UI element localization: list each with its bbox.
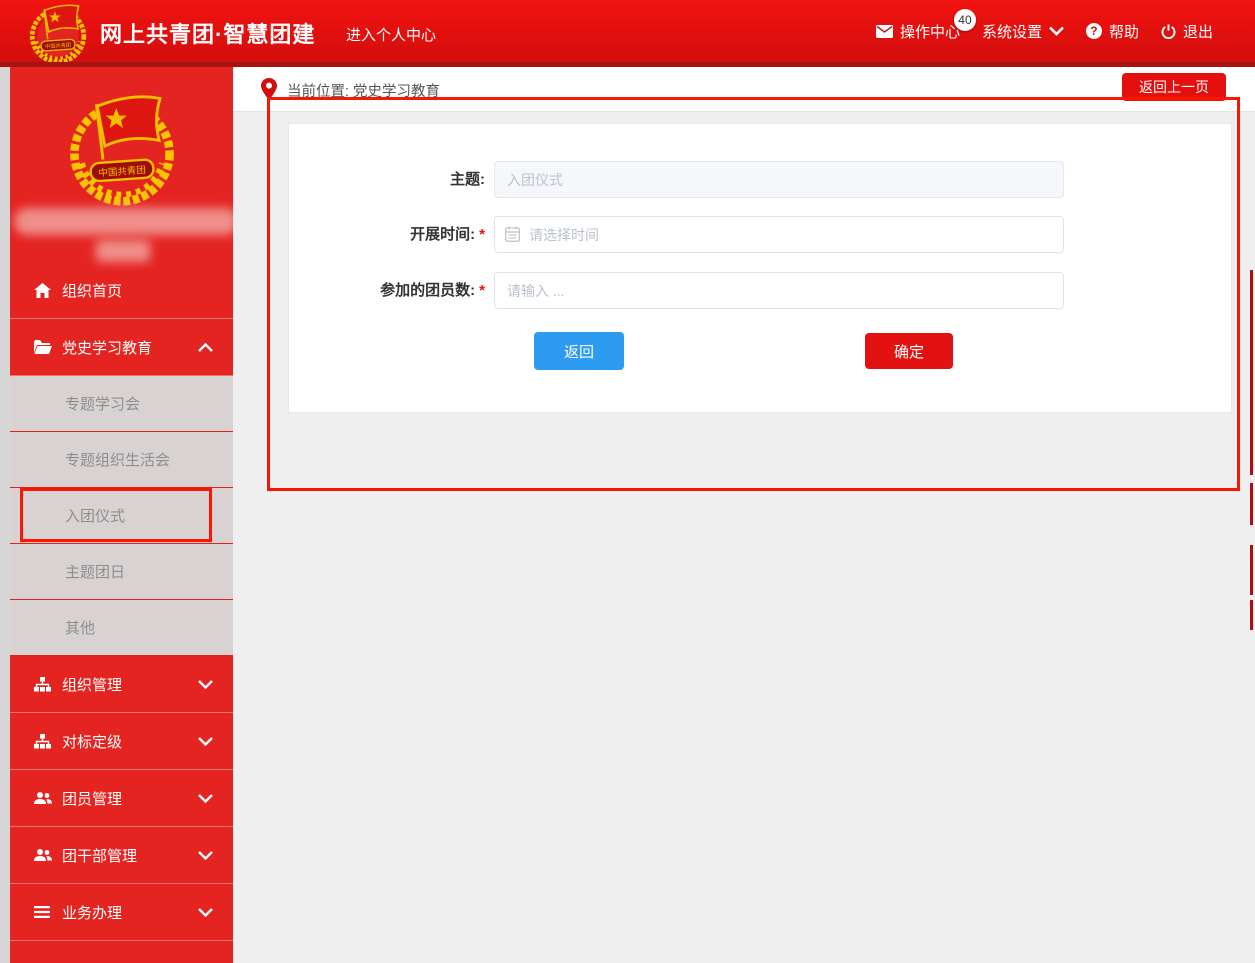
folder-icon xyxy=(34,340,51,354)
org-name-redacted-line2 xyxy=(96,240,150,262)
map-marker-icon xyxy=(261,78,277,100)
sidebar-subitem-league-admission-ceremony[interactable]: 入团仪式 xyxy=(10,488,233,544)
form-card: 主题: 开展时间:* 参加的团员数:* xyxy=(288,123,1232,413)
topic-label: 主题: xyxy=(450,171,485,188)
sidebar-item-org-home[interactable]: 组织首页 xyxy=(10,262,233,319)
cyl-emblem-logo-icon: 中国共青团 xyxy=(26,1,90,65)
chevron-down-icon xyxy=(1049,26,1064,36)
sidebar-item-cadre-management[interactable]: 团干部管理 xyxy=(10,827,233,884)
users-icon xyxy=(34,848,51,862)
action-center-label: 操作中心 xyxy=(900,21,960,42)
subitem-label: 其他 xyxy=(65,617,95,638)
form-back-button[interactable]: 返回 xyxy=(534,332,624,370)
sidebar-item-label: 党史学习教育 xyxy=(62,337,152,358)
sidebar-subitem-special-study-meeting[interactable]: 专题学习会 xyxy=(10,376,233,432)
home-icon xyxy=(34,283,51,298)
power-icon xyxy=(1161,24,1176,39)
sidebar-item-business-handling[interactable]: 业务办理 xyxy=(10,884,233,941)
sidebar-item-benchmark-rating[interactable]: 对标定级 xyxy=(10,713,233,770)
chevron-down-icon xyxy=(198,794,213,803)
users-icon xyxy=(34,791,51,805)
envelope-icon xyxy=(876,25,893,38)
app-title: 网上共青团·智慧团建 xyxy=(100,17,315,49)
main-content: 当前位置: 党史学习教育 返回上一页 主题: 开展时间:* xyxy=(233,67,1255,963)
sidebar-item-org-management[interactable]: 组织管理 xyxy=(10,656,233,713)
chevron-down-icon xyxy=(198,851,213,860)
question-circle-icon: ? xyxy=(1086,23,1102,39)
sidebar-item-label: 组织首页 xyxy=(62,280,122,301)
required-asterisk: * xyxy=(479,282,485,299)
breadcrumb-current-location: 当前位置: 党史学习教育 xyxy=(287,80,440,101)
system-settings-menu[interactable]: 系统设置 xyxy=(982,21,1064,42)
subitem-label: 专题学习会 xyxy=(65,393,140,414)
sidebar-subitem-theme-league-day[interactable]: 主题团日 xyxy=(10,544,233,600)
breadcrumb: 当前位置: 党史学习教育 返回上一页 xyxy=(233,67,1255,112)
logout-label: 退出 xyxy=(1183,21,1213,42)
left-gutter xyxy=(0,67,10,963)
chevron-down-icon xyxy=(198,737,213,746)
sitemap-icon xyxy=(34,677,51,692)
help-menu[interactable]: ? 帮助 xyxy=(1086,21,1139,42)
notification-badge: 40 xyxy=(954,9,976,31)
sidebar-subitem-org-life-meeting[interactable]: 专题组织生活会 xyxy=(10,432,233,488)
org-name-redacted xyxy=(14,208,233,235)
sidebar-item-party-history-education[interactable]: 党史学习教育 xyxy=(10,319,233,376)
sidebar-item-member-management[interactable]: 团员管理 xyxy=(10,770,233,827)
help-label: 帮助 xyxy=(1109,21,1139,42)
sitemap-icon xyxy=(34,734,51,749)
topic-input[interactable] xyxy=(494,161,1064,198)
scrollbar-thumb-segment xyxy=(1250,545,1253,595)
header-bottom-strip xyxy=(0,62,1255,67)
subitem-label: 主题团日 xyxy=(65,561,125,582)
sidebar-item-label: 业务办理 xyxy=(62,902,122,923)
scrollbar-thumb-segment xyxy=(1250,483,1253,525)
cyl-emblem-sidebar-icon: 中国共青团 xyxy=(63,89,181,207)
sidebar-nav: 组织首页 党史学习教育 专题学习会 专题组织生活会 入团仪式 主题团日 其他 xyxy=(10,262,233,963)
app-header: 中国共青团 网上共青团·智慧团建 进入个人中心 操作中心 40 系统设置 ? 帮… xyxy=(0,0,1255,62)
chevron-down-icon xyxy=(198,680,213,689)
time-row: 开展时间:* xyxy=(289,216,1231,253)
sidebar-item-label: 团干部管理 xyxy=(62,845,137,866)
sidebar-item-label: 团员管理 xyxy=(62,788,122,809)
chevron-down-icon xyxy=(198,908,213,917)
action-center-menu[interactable]: 操作中心 40 xyxy=(876,21,960,42)
list-icon xyxy=(34,906,51,918)
members-count-label: 参加的团员数: xyxy=(380,282,475,299)
chevron-up-icon xyxy=(198,343,213,352)
scrollbar-thumb-segment xyxy=(1250,600,1253,630)
sidebar-item-label: 组织管理 xyxy=(62,674,122,695)
sidebar-subitem-other[interactable]: 其他 xyxy=(10,600,233,656)
members-count-row: 参加的团员数:* xyxy=(289,272,1231,309)
logout-menu[interactable]: 退出 xyxy=(1161,21,1213,42)
time-picker-input[interactable] xyxy=(494,216,1064,253)
sidebar-item-partial[interactable] xyxy=(10,941,233,963)
form-confirm-button[interactable]: 确定 xyxy=(865,333,953,369)
sidebar: 中国共青团 组织首页 党史学习教育 专题学习会 专题组织生活会 入团仪式 xyxy=(10,67,233,963)
subitem-label: 入团仪式 xyxy=(65,505,125,526)
personal-center-link[interactable]: 进入个人中心 xyxy=(346,24,436,45)
system-settings-label: 系统设置 xyxy=(982,21,1042,42)
scrollbar-thumb-segment xyxy=(1250,270,1253,475)
time-label: 开展时间: xyxy=(410,226,475,243)
required-asterisk: * xyxy=(479,226,485,243)
topic-row: 主题: xyxy=(289,161,1231,198)
subitem-label: 专题组织生活会 xyxy=(65,449,170,470)
back-to-previous-page-button[interactable]: 返回上一页 xyxy=(1122,73,1226,101)
members-count-input[interactable] xyxy=(494,272,1064,309)
sidebar-item-label: 对标定级 xyxy=(62,731,122,752)
